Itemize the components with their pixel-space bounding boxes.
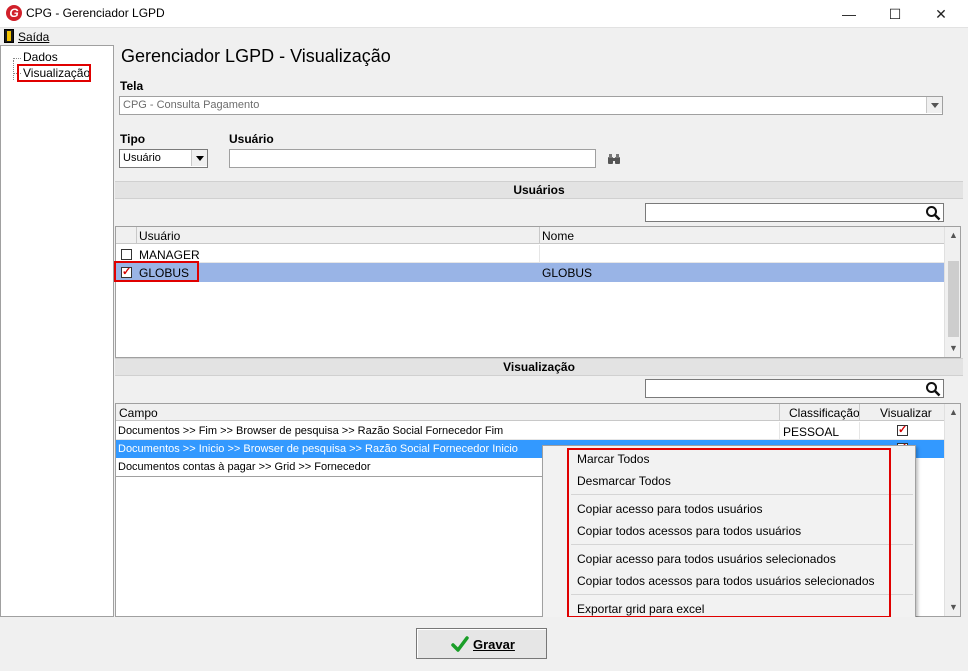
annotation-highlight-box (567, 448, 891, 618)
annotation-highlight-box (17, 64, 91, 82)
tipo-select-value: Usuário (123, 152, 161, 164)
column-divider (779, 404, 780, 421)
column-header-campo[interactable]: Campo (119, 406, 158, 420)
column-divider (539, 245, 540, 263)
tree-connector (13, 60, 14, 80)
column-header-usuario[interactable]: Usuário (139, 229, 180, 243)
visualizacao-search-input[interactable] (645, 379, 944, 398)
exit-door-icon (4, 29, 14, 43)
binoculars-icon[interactable] (607, 153, 621, 165)
scroll-up-icon[interactable]: ▲ (945, 404, 960, 421)
app-logo-icon: G (6, 5, 22, 21)
tipo-select[interactable]: Usuário (119, 149, 208, 168)
cell-campo: Documentos contas à pagar >> Grid >> For… (118, 461, 371, 473)
gravar-button-label: Gravar (473, 637, 515, 652)
column-divider (136, 227, 137, 244)
usuarios-section-header: Usuários (115, 181, 963, 199)
tela-select-value: CPG - Consulta Pagamento (123, 99, 260, 111)
chevron-down-icon[interactable] (191, 150, 207, 166)
maximize-button[interactable]: ☐ (872, 0, 918, 28)
menu-saida[interactable]: Saída (18, 30, 49, 44)
column-divider (859, 422, 860, 440)
visualizacao-grid-header: Campo Classificação Visualizar (116, 404, 944, 421)
cell-nome: GLOBUS (542, 266, 593, 280)
scroll-up-icon[interactable]: ▲ (945, 227, 960, 244)
column-header-visualizar[interactable]: Visualizar (880, 406, 932, 420)
usuarios-search-input[interactable] (645, 203, 944, 222)
gravar-label-text: Gravar (473, 637, 515, 652)
usuario-label: Usuário (229, 132, 274, 146)
scroll-down-icon[interactable]: ▼ (945, 340, 960, 357)
tela-select[interactable]: CPG - Consulta Pagamento (119, 96, 943, 115)
tree-item-dados[interactable]: Dados (23, 50, 58, 64)
scroll-thumb[interactable] (948, 261, 959, 337)
menu-saida-label: Saída (18, 30, 50, 44)
gravar-button[interactable]: Gravar (416, 628, 547, 659)
row-checkbox[interactable] (121, 249, 132, 260)
close-button[interactable]: ✕ (918, 0, 964, 28)
usuarios-scrollbar[interactable]: ▲ ▼ (944, 227, 960, 357)
column-divider (859, 404, 860, 421)
usuarios-grid-header: Usuário Nome (116, 227, 944, 244)
minimize-button[interactable]: — (826, 0, 872, 28)
window-title: CPG - Gerenciador LGPD (26, 6, 165, 20)
scroll-down-icon[interactable]: ▼ (945, 599, 960, 616)
menu-bar: Saída (0, 28, 968, 45)
cell-campo: Documentos >> Inicio >> Browser de pesqu… (118, 443, 518, 455)
column-header-nome[interactable]: Nome (542, 229, 574, 243)
column-header-classificacao[interactable]: Classificação (789, 406, 860, 420)
table-row[interactable]: Documentos >> Fim >> Browser de pesquisa… (116, 422, 944, 440)
column-divider (779, 422, 780, 440)
visualizacao-scrollbar[interactable]: ▲ ▼ (944, 404, 960, 616)
tela-label: Tela (120, 79, 144, 93)
grid-bottom-line (116, 476, 544, 477)
cell-classificacao: PESSOAL (783, 425, 840, 439)
column-divider (539, 227, 540, 244)
chevron-down-icon[interactable] (926, 97, 942, 113)
visualizacao-section-header: Visualização (115, 358, 963, 376)
search-icon[interactable] (925, 381, 941, 397)
table-row-selected[interactable]: GLOBUS GLOBUS (116, 263, 944, 282)
usuario-input[interactable] (229, 149, 596, 168)
usuarios-grid: Usuário Nome MANAGER GLOBUS GLOBUS ▲ ▼ (115, 226, 961, 358)
checkmark-icon (451, 636, 469, 652)
cell-campo: Documentos >> Fim >> Browser de pesquisa… (118, 425, 504, 437)
table-row[interactable]: MANAGER (116, 245, 944, 263)
tree-connector (13, 58, 21, 59)
title-bar: G CPG - Gerenciador LGPD — ☐ ✕ (0, 0, 968, 28)
page-title: Gerenciador LGPD - Visualização (121, 46, 391, 66)
navigation-tree: Dados Visualização (0, 45, 114, 617)
visualizar-checkbox-checked[interactable] (897, 423, 908, 436)
search-icon[interactable] (925, 205, 941, 221)
cell-usuario: MANAGER (139, 248, 200, 262)
annotation-highlight-box (114, 261, 199, 282)
tipo-label: Tipo (120, 132, 146, 146)
